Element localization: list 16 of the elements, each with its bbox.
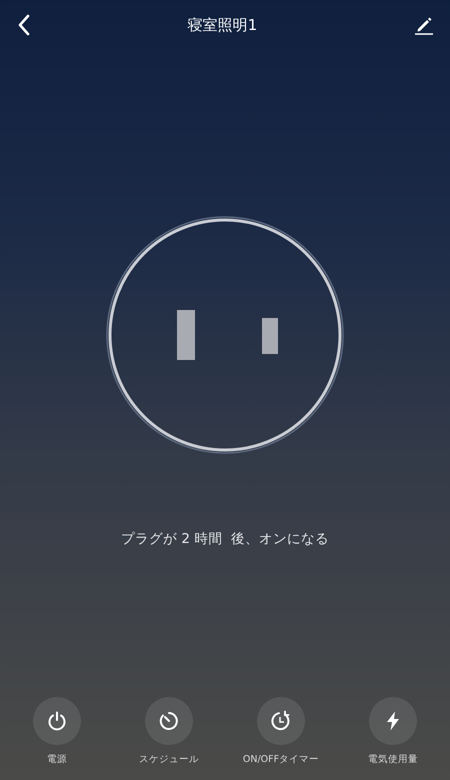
plug-socket-drawing[interactable] [105, 215, 345, 455]
schedule-button[interactable] [145, 697, 193, 745]
energy-button[interactable] [369, 697, 417, 745]
timer-icon [158, 710, 180, 732]
back-icon[interactable] [17, 14, 31, 36]
edit-icon[interactable] [414, 15, 434, 35]
action-label: 電気使用量 [368, 753, 418, 766]
screen-title: 寝室照明1 [188, 16, 258, 34]
clock-arrow-icon [270, 710, 292, 732]
action-label: ON/OFFタイマー [242, 753, 320, 766]
status-text: プラグが 2 時間 後、オンになる [120, 530, 330, 548]
power-button[interactable] [33, 697, 81, 745]
power-icon [46, 710, 68, 732]
action-label: 電源 [47, 753, 67, 766]
timer-button[interactable] [257, 697, 305, 745]
action-label: スケジュール [139, 753, 199, 766]
